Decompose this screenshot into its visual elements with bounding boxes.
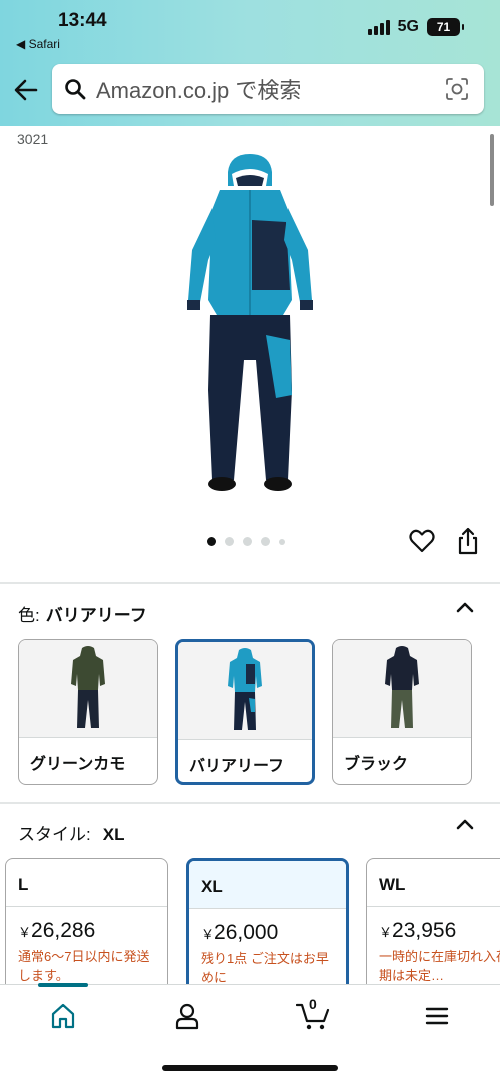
color-label: 色: [18,606,40,625]
selected-style: XL [102,825,125,844]
chevron-up-icon[interactable] [456,818,474,830]
style-section-header[interactable]: スタイル: XL [18,820,124,845]
model-code: 3021 [17,131,49,147]
color-option-black[interactable]: ブラック [332,639,472,785]
back-to-safari-link[interactable]: ◀ Safari [16,37,60,51]
status-indicators: 5G 71 [367,18,464,36]
color-thumbnail [178,642,312,740]
color-thumbnail [19,640,157,738]
menu-icon[interactable] [422,1001,452,1031]
size-option-availability: 通常6～7日以内に発送します。 [18,949,150,983]
image-pagination[interactable] [207,537,285,546]
selected-color: バリアリーフ [45,606,147,625]
style-label: スタイル: [18,825,91,844]
home-indicator[interactable] [162,1065,338,1071]
size-option-label: XL [189,861,346,909]
heart-icon[interactable] [408,527,436,555]
pagination-dot[interactable] [243,537,252,546]
color-option-label: ブラック [344,756,409,773]
header: 13:44 ◀ Safari 5G 71 Amazon.co.jp で検索 [0,0,500,126]
size-option-price: ￥26,000 [201,921,279,944]
product-image[interactable] [180,150,320,500]
cart-count: 0 [309,996,317,1012]
color-option-green-camo[interactable]: グリーンカモ [18,639,158,785]
size-option-price: ￥23,956 [379,919,457,942]
color-option-barrier-reef[interactable]: バリアリーフ [175,639,315,785]
chevron-up-icon[interactable] [456,601,474,613]
camera-search-icon[interactable] [444,76,470,102]
size-option-availability: 一時的に在庫切れ入荷時期は未定… [379,949,500,983]
color-thumbnail [333,640,471,738]
back-arrow-icon[interactable] [12,76,40,104]
home-icon[interactable] [48,1001,78,1031]
share-icon[interactable] [455,526,481,556]
search-input[interactable]: Amazon.co.jp で検索 [52,64,484,114]
battery-icon: 71 [427,18,464,36]
pagination-dot[interactable] [207,537,216,546]
size-option-availability: 残り1点 ご注文はお早めに [201,951,329,985]
color-section-header[interactable]: 色: バリアリーフ [18,601,147,626]
scrollbar[interactable] [490,134,494,206]
pagination-dot[interactable] [225,537,234,546]
pagination-dot[interactable] [279,538,285,545]
product-page: 13:44 ◀ Safari 5G 71 Amazon.co.jp で検索 30… [0,0,500,1080]
search-icon [65,79,86,100]
color-option-label: グリーンカモ [30,756,126,773]
active-tab-indicator [38,983,88,987]
size-option-price: ￥26,286 [18,919,96,942]
signal-icon [367,19,390,35]
section-divider [0,802,500,804]
section-divider [0,582,500,584]
network-type: 5G [397,18,419,35]
color-option-label: バリアリーフ [189,758,285,775]
search-placeholder: Amazon.co.jp で検索 [96,78,302,103]
size-option-label: L [6,859,167,907]
pagination-dot[interactable] [261,537,270,546]
account-icon[interactable] [172,1001,202,1031]
size-option-label: WL [367,859,500,907]
status-time: 13:44 [58,10,107,31]
